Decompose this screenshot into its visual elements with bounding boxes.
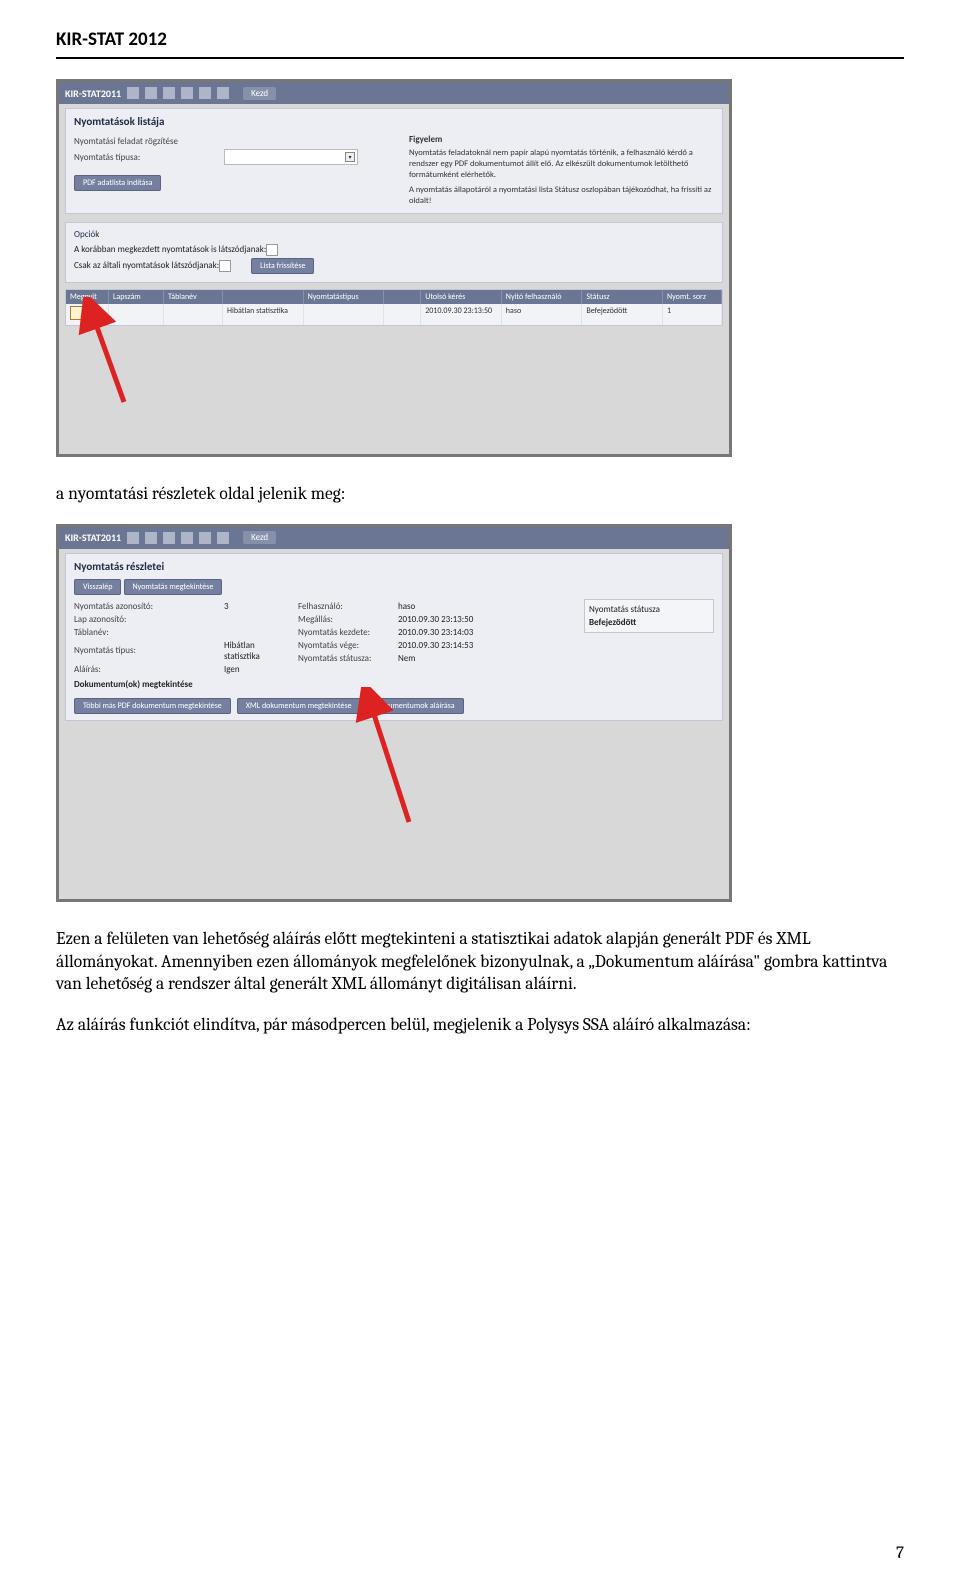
value: 2010.09.30 23:14:53 [398,640,473,651]
label: Lap azonosító: [74,614,224,625]
td [164,304,223,325]
label: Nyomtatás típus: [74,645,224,656]
notice-text-2: A nyomtatás állapotáról a nyomtatási lis… [409,185,714,207]
th: Nyomt. sorz [663,290,722,304]
td: Hibátlan statisztika [223,304,304,325]
narrative-text: Ezen a felületen van lehetőség aláírás e… [56,928,904,996]
toolbar-icon [199,532,211,544]
screenshot-printing-details: KIR-STAT2011 Kezd Nyomtatás részletei Vi… [56,524,732,902]
value: Igen [224,664,240,675]
app-titlebar: KIR-STAT2011 Kezd [59,82,729,104]
type-select[interactable]: ▾ [224,149,358,165]
narrative-text: a nyomtatási részletek oldal jelenik meg… [56,483,904,506]
toolbar-icon [199,87,211,99]
option-row: A korábban megkezdett nyomtatások is lát… [74,244,266,255]
th: Megnyit [66,290,109,304]
screenshot-printing-list: KIR-STAT2011 Kezd Nyomtatások listája Ny… [56,79,732,457]
table-row[interactable]: Hibátlan statisztika 2010.09.30 23:13:50… [66,304,722,325]
panel-printing-list: Nyomtatások listája Nyomtatási feladat r… [65,108,723,214]
toolbar-icon [181,87,193,99]
toolbar-icon [217,87,229,99]
row-label: Nyomtatási feladat rögzítése [74,136,224,147]
notice-text: Nyomtatás feladatoknál nem papír alapú n… [409,148,714,181]
status-value: Befejezödött [589,617,709,628]
toolbar-icon [181,532,193,544]
td [109,304,164,325]
app-title: KIR-STAT2011 [65,87,121,100]
th: Nyomtatástípus [304,290,385,304]
status-label: Nyomtatás státusza [589,604,709,615]
checkbox[interactable] [219,260,231,272]
row-label: Nyomtatás típusa: [74,152,224,163]
sign-document-button[interactable]: Dokumentumok aláírása [367,698,464,714]
label: Nyomtatás státusza: [298,653,398,664]
document-header: KIR-STAT 2012 [56,28,904,59]
label: Táblanév: [74,627,224,638]
label: Aláírás: [74,664,224,675]
label: Felhasználó: [298,601,398,612]
value: Hibátlan statisztika [224,640,284,662]
toolbar-pill: Kezd [243,87,276,100]
td: haso [502,304,583,325]
td [384,304,421,325]
panel-options: Opciók A korábban megkezdett nyomtatások… [65,222,723,283]
label: Nyomtatás azonosító: [74,601,224,612]
value: haso [398,601,415,612]
td: 1 [663,304,722,325]
app-titlebar: KIR-STAT2011 Kezd [59,527,729,549]
pdf-start-button[interactable]: PDF adatlista indítása [74,175,161,191]
view-pdf-button[interactable]: Többi más PDF dokumentum megtekintése [74,698,231,714]
back-button[interactable]: Visszalép [74,579,121,595]
toolbar-icon [127,532,139,544]
label: Nyomtatás vége: [298,640,398,651]
toolbar-icon [127,87,139,99]
value: 3 [224,601,229,612]
toolbar-icon [145,532,157,544]
td: 2010.09.30 23:13:50 [421,304,502,325]
option-row: Csak az általi nyomtatások látszódjanak: [74,260,219,271]
panel-title: Nyomtatás részletei [74,560,714,573]
options-heading: Opciók [74,229,714,240]
toolbar-icon [163,87,175,99]
app-title: KIR-STAT2011 [65,531,121,544]
chevron-down-icon: ▾ [345,152,355,162]
panel-title: Nyomtatások listája [74,115,714,128]
th: Utolsó kérés [421,290,502,304]
magnifier-icon[interactable] [70,306,84,320]
view-xml-button[interactable]: XML dokumentum megtekintése [237,698,361,714]
th [223,290,304,304]
refresh-list-button[interactable]: Lista frissítése [251,258,314,274]
th [384,290,421,304]
th: Nyitó felhasználó [502,290,583,304]
label: Nyomtatás kezdete: [298,627,398,638]
table-header-row: Megnyit Lapszám Táblanév Nyomtatástípus … [66,290,722,304]
th: Táblanév [164,290,223,304]
narrative-text: Az aláírás funkciót elindítva, pár másod… [56,1014,904,1037]
label: Megállás: [298,614,398,625]
checkbox[interactable] [266,244,278,256]
td [304,304,385,325]
td: Befejezödött [582,304,663,325]
value: 2010.09.30 23:14:03 [398,627,473,638]
th: Státusz [582,290,663,304]
toolbar-pill: Kezd [243,531,276,544]
page-number: 7 [896,1544,904,1563]
section-label: Dokumentum(ok) megtekintése [74,679,193,690]
toolbar-icon [163,532,175,544]
value: 2010.09.30 23:13:50 [398,614,473,625]
panel-printing-details: Nyomtatás részletei Visszalép Nyomtatás … [65,553,723,721]
th: Lapszám [109,290,164,304]
value: Nem [398,653,415,664]
view-print-button[interactable]: Nyomtatás megtekintése [124,579,223,595]
toolbar-icon [217,532,229,544]
notice-heading: Figyelem [409,134,714,146]
toolbar-icon [145,87,157,99]
